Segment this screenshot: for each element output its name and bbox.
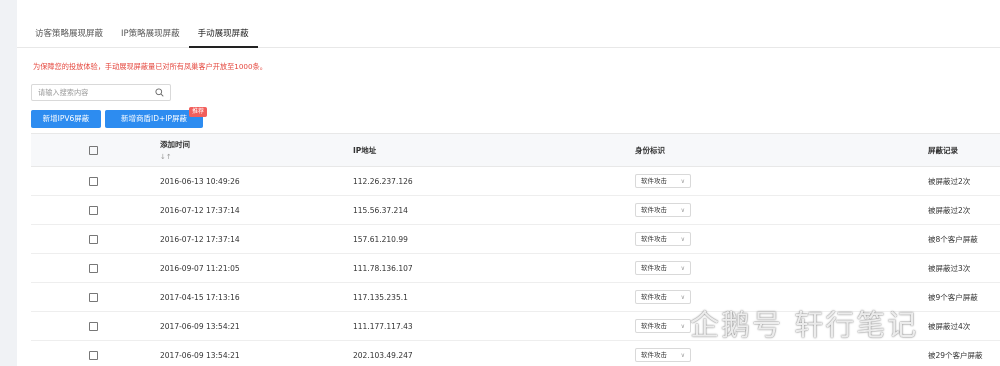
search-box [31,84,171,101]
tab-visitor-strategy[interactable]: 访客策略展现屏蔽 [17,26,112,48]
row-checkbox[interactable] [88,350,98,360]
block-table: 添加时间 ↓↑ IP地址 身份标识 屏蔽记录 2016-06-13 10:49:… [31,133,1000,366]
chevron-down-icon: ∨ [680,178,685,185]
row-ip: 111.177.117.43 [346,311,632,341]
row-checkbox[interactable] [88,292,98,302]
search-icon[interactable] [155,88,164,97]
identity-value: 软件攻击 [641,206,667,214]
table-row: 2016-06-13 10:49:26 112.26.237.126 软件攻击 ∨… [31,166,1000,196]
recommend-badge: 推荐 [189,107,208,117]
row-ip: 115.56.37.214 [346,195,632,225]
row-record: 被29个客户屏蔽 [919,340,1000,366]
table-row: 2017-04-15 17:13:16 117.135.235.1 软件攻击 ∨ … [31,282,1000,312]
header-select-cell [31,133,155,167]
select-all-checkbox[interactable] [88,145,98,155]
row-record: 被9个客户屏蔽 [919,282,1000,312]
row-ip: 111.78.136.107 [346,253,632,283]
row-checkbox[interactable] [88,263,98,273]
row-checkbox[interactable] [88,176,98,186]
chevron-down-icon: ∨ [680,207,685,214]
table-row: 2017-06-09 13:54:21 202.103.49.247 软件攻击 ∨… [31,340,1000,366]
identity-value: 软件攻击 [641,293,667,301]
chevron-down-icon: ∨ [680,352,685,359]
row-ip: 202.103.49.247 [346,340,632,366]
identity-select[interactable]: 软件攻击 ∨ [635,203,691,217]
identity-select[interactable]: 软件攻击 ∨ [635,348,691,362]
row-time: 2016-07-12 17:37:14 [155,195,346,225]
table-row: 2016-07-12 17:37:14 115.56.37.214 软件攻击 ∨ … [31,195,1000,225]
row-record: 被8个客户屏蔽 [919,224,1000,254]
row-time: 2016-06-13 10:49:26 [155,166,346,196]
row-ip: 157.61.210.99 [346,224,632,254]
header-ip: IP地址 [346,133,632,167]
tab-manual-block[interactable]: 手动展现屏蔽 [188,26,258,48]
identity-value: 软件攻击 [641,177,667,185]
add-ipv6-button[interactable]: 新增IPV6屏蔽 [31,110,101,128]
row-time: 2016-09-07 11:21:05 [155,253,346,283]
identity-value: 软件攻击 [641,235,667,243]
row-time: 2017-06-09 13:54:21 [155,311,346,341]
header-time: 添加时间 ↓↑ [155,133,346,167]
identity-select[interactable]: 软件攻击 ∨ [635,290,691,304]
row-record: 被屏蔽过2次 [919,166,1000,196]
row-record: 被屏蔽过4次 [919,311,1000,341]
row-ip: 112.26.237.126 [346,166,632,196]
header-record: 屏蔽记录 [919,133,1000,167]
search-input[interactable] [32,85,150,100]
identity-value: 软件攻击 [641,351,667,359]
main-panel: 访客策略展现屏蔽 IP策略展现屏蔽 手动展现屏蔽 为保障您的投放体验，手动展现屏… [17,0,1000,366]
identity-select[interactable]: 软件攻击 ∨ [635,232,691,246]
identity-value: 软件攻击 [641,322,667,330]
chevron-down-icon: ∨ [680,294,685,301]
table-row: 2016-09-07 11:21:05 111.78.136.107 软件攻击 ∨… [31,253,1000,283]
notice-text: 为保障您的投放体验，手动展现屏蔽量已对所有凤巢客户开放至1000条。 [33,62,267,71]
sort-icon[interactable]: ↓↑ [160,153,346,161]
row-ip: 117.135.235.1 [346,282,632,312]
identity-select[interactable]: 软件攻击 ∨ [635,319,691,333]
row-checkbox[interactable] [88,234,98,244]
row-record: 被屏蔽过2次 [919,195,1000,225]
table-row: 2016-07-12 17:37:14 157.61.210.99 软件攻击 ∨ … [31,224,1000,254]
chevron-down-icon: ∨ [680,323,685,330]
row-time: 2016-07-12 17:37:14 [155,224,346,254]
row-checkbox[interactable] [88,205,98,215]
identity-select[interactable]: 软件攻击 ∨ [635,261,691,275]
table-header-row: 添加时间 ↓↑ IP地址 身份标识 屏蔽记录 [31,133,1000,167]
header-time-label: 添加时间 [160,140,190,149]
row-time: 2017-06-09 13:54:21 [155,340,346,366]
identity-value: 软件攻击 [641,264,667,272]
chevron-down-icon: ∨ [680,265,685,272]
header-identity: 身份标识 [632,133,919,167]
row-record: 被屏蔽过3次 [919,253,1000,283]
table-row: 2017-06-09 13:54:21 111.177.117.43 软件攻击 ∨… [31,311,1000,341]
row-time: 2017-04-15 17:13:16 [155,282,346,312]
tab-ip-strategy[interactable]: IP策略展现屏蔽 [112,26,189,48]
row-checkbox[interactable] [88,321,98,331]
identity-select[interactable]: 软件攻击 ∨ [635,174,691,188]
tab-bar: 访客策略展现屏蔽 IP策略展现屏蔽 手动展现屏蔽 [17,26,1000,48]
chevron-down-icon: ∨ [680,236,685,243]
